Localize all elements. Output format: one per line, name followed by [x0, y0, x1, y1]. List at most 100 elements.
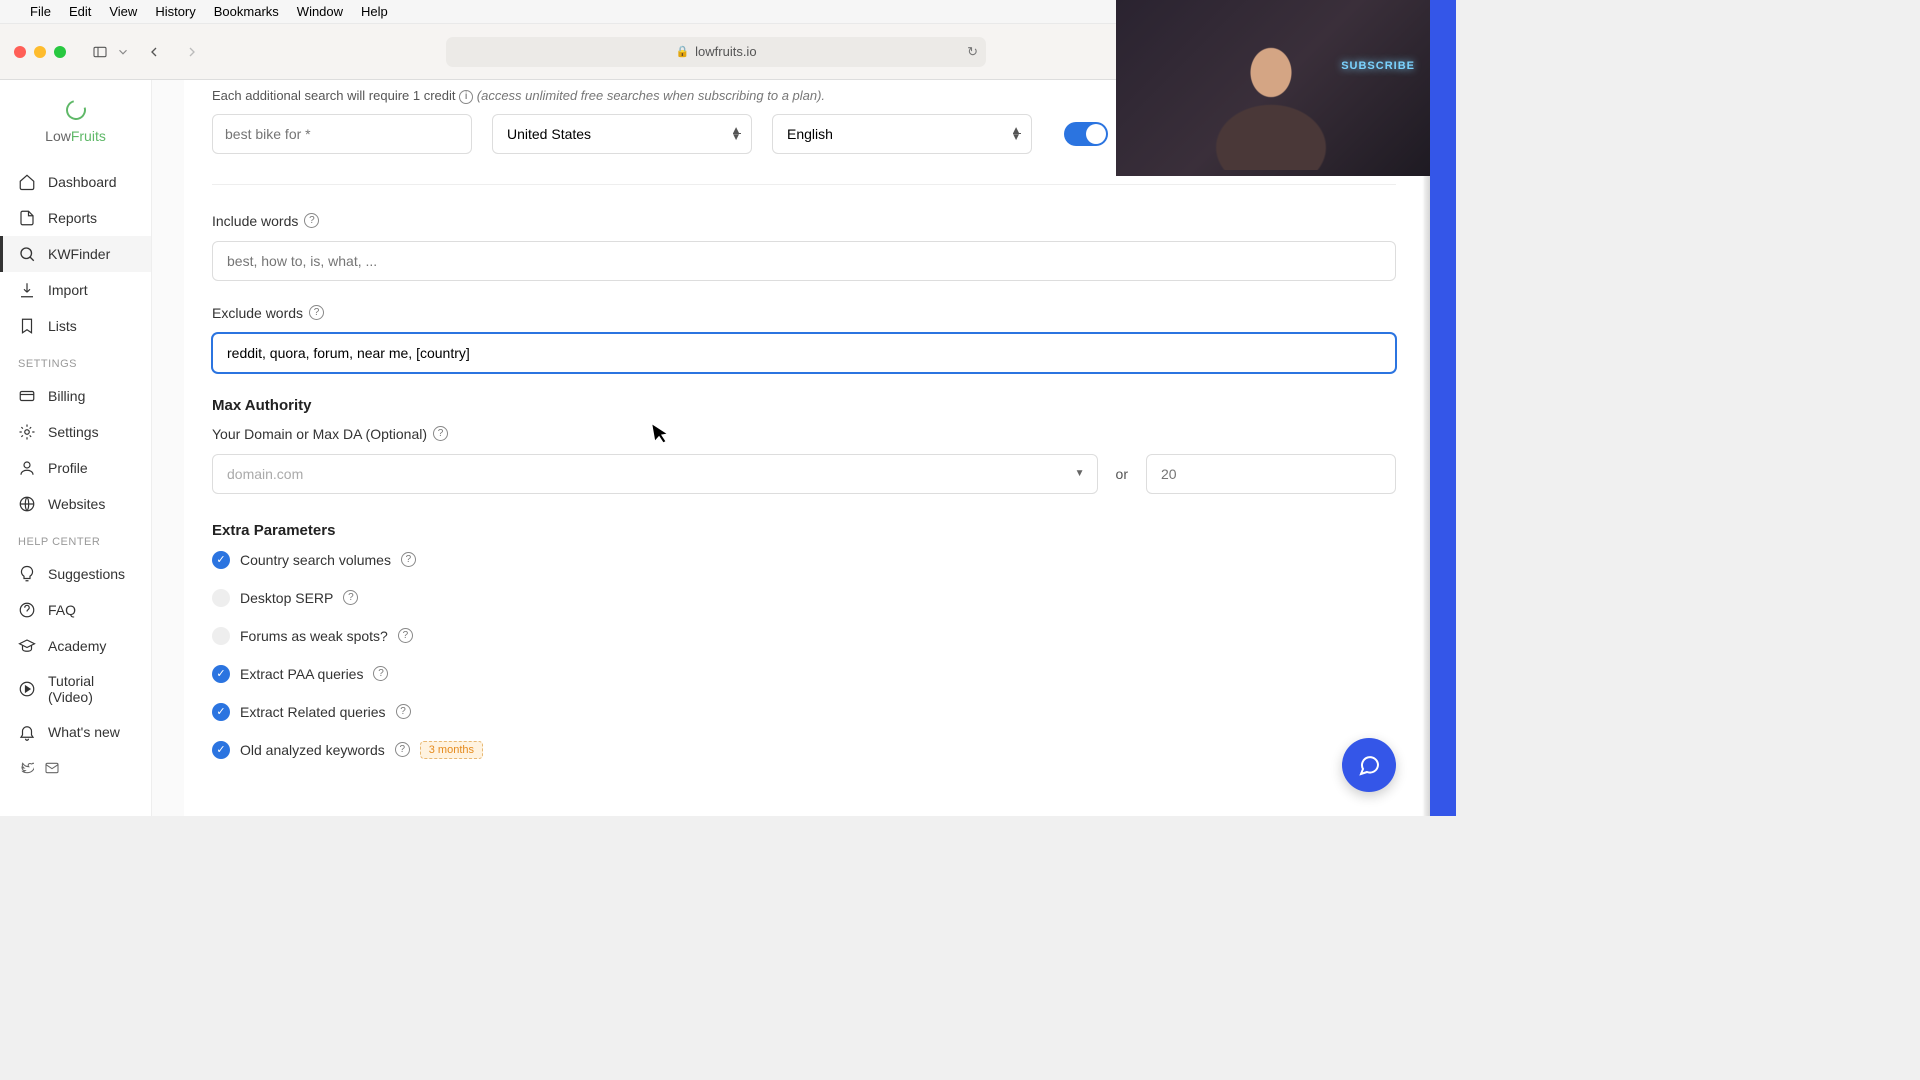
param-desktop-serp[interactable]: Desktop SERP?	[212, 589, 1396, 607]
sidebar-item-settings[interactable]: Settings	[0, 414, 151, 450]
help-icon[interactable]: ?	[433, 426, 448, 441]
checkbox-on-icon[interactable]: ✓	[212, 551, 230, 569]
language-value: English	[787, 126, 833, 142]
sidebar-label: What's new	[48, 724, 120, 740]
menubar-edit[interactable]: Edit	[69, 4, 91, 19]
help-icon[interactable]: ?	[309, 305, 324, 320]
webcam-person	[1196, 20, 1346, 170]
param-old-analyzed[interactable]: ✓Old analyzed keywords?3 months	[212, 741, 1396, 759]
chat-button[interactable]	[1342, 738, 1396, 792]
brand-logo[interactable]: LowFruits	[0, 100, 151, 144]
info-icon[interactable]: i	[459, 90, 473, 104]
checkbox-off-icon[interactable]	[212, 589, 230, 607]
main-panel: Each additional search will require 1 cr…	[152, 80, 1456, 816]
sidebar-item-tutorial[interactable]: Tutorial (Video)	[0, 664, 151, 714]
maximize-button[interactable]	[54, 46, 66, 58]
sidebar-item-dashboard[interactable]: Dashboard	[0, 164, 151, 200]
country-select[interactable]: United States ▲▼	[492, 114, 752, 154]
param-label: Extract Related queries	[240, 704, 386, 720]
download-icon	[18, 281, 36, 299]
sidebar-toggle-icon[interactable]	[86, 38, 114, 66]
keyword-input[interactable]	[212, 114, 472, 154]
faq-icon	[18, 601, 36, 619]
sidebar-item-suggestions[interactable]: Suggestions	[0, 556, 151, 592]
mail-icon[interactable]	[44, 760, 60, 776]
toggle-switch[interactable]	[1064, 122, 1108, 146]
home-icon	[18, 173, 36, 191]
sidebar-item-faq[interactable]: FAQ	[0, 592, 151, 628]
param-label: Extract PAA queries	[240, 666, 363, 682]
param-extract-paa[interactable]: ✓ Extract PAA queries?	[212, 665, 1396, 683]
sidebar-section-settings: SETTINGS	[0, 344, 151, 378]
checkbox-on-icon[interactable]: ✓	[212, 665, 230, 683]
include-words-label: Include words?	[212, 213, 1396, 229]
sidebar-item-whatsnew[interactable]: What's new	[0, 714, 151, 750]
sidebar-label: FAQ	[48, 602, 76, 618]
help-icon[interactable]: ?	[401, 552, 416, 567]
logo-fruits: Fruits	[71, 128, 106, 144]
sidebar-item-reports[interactable]: Reports	[0, 200, 151, 236]
checkbox-on-icon[interactable]: ✓	[212, 741, 230, 759]
window-controls	[14, 46, 66, 58]
sidebar-label: Dashboard	[48, 174, 117, 190]
chevron-down-icon[interactable]	[116, 38, 130, 66]
domain-placeholder: domain.com	[227, 466, 303, 482]
menubar-history[interactable]: History	[155, 4, 195, 19]
sidebar-social	[0, 750, 151, 786]
language-select[interactable]: English ▲▼	[772, 114, 1032, 154]
param-label: Desktop SERP	[240, 590, 333, 606]
param-extract-related[interactable]: ✓ Extract Related queries?	[212, 703, 1396, 721]
credit-text-a: Each additional search will require 1 cr…	[212, 88, 456, 103]
sidebar-item-websites[interactable]: Websites	[0, 486, 151, 522]
sidebar-item-billing[interactable]: Billing	[0, 378, 151, 414]
credit-text-b: (access unlimited free searches when sub…	[477, 88, 825, 103]
sidebar-label: Lists	[48, 318, 77, 334]
menubar-help[interactable]: Help	[361, 4, 388, 19]
max-da-input[interactable]	[1146, 454, 1396, 494]
sidebar-section-help: HELP CENTER	[0, 522, 151, 556]
forward-button[interactable]	[178, 38, 206, 66]
url-bar[interactable]: 🔒 lowfruits.io ↻	[446, 37, 986, 67]
help-icon[interactable]: ?	[343, 590, 358, 605]
exclude-words-input[interactable]	[212, 333, 1396, 373]
sidebar-item-import[interactable]: Import	[0, 272, 151, 308]
help-icon[interactable]: ?	[395, 742, 410, 757]
sidebar-item-academy[interactable]: Academy	[0, 628, 151, 664]
minimize-button[interactable]	[34, 46, 46, 58]
caret-down-icon: ▼	[1075, 468, 1085, 479]
select-arrows-icon: ▲▼	[1011, 127, 1021, 141]
sidebar-item-lists[interactable]: Lists	[0, 308, 151, 344]
menubar-window[interactable]: Window	[297, 4, 343, 19]
select-arrows-icon: ▲▼	[731, 127, 741, 141]
include-words-input[interactable]	[212, 241, 1396, 281]
help-icon[interactable]: ?	[373, 666, 388, 681]
neon-sign: SUBSCRIBE	[1341, 60, 1415, 72]
reload-icon[interactable]: ↻	[967, 44, 978, 60]
logo-low: Low	[45, 128, 71, 144]
param-country-volumes[interactable]: ✓ Country search volumes?	[212, 551, 1396, 569]
checkbox-on-icon[interactable]: ✓	[212, 703, 230, 721]
app-sidebar: LowFruits Dashboard Reports KWFinder Imp…	[0, 80, 152, 816]
sidebar-item-profile[interactable]: Profile	[0, 450, 151, 486]
help-icon[interactable]: ?	[396, 704, 411, 719]
close-button[interactable]	[14, 46, 26, 58]
help-icon[interactable]: ?	[398, 628, 413, 643]
help-icon[interactable]: ?	[304, 213, 319, 228]
sidebar-item-kwfinder[interactable]: KWFinder	[0, 236, 151, 272]
menubar-bookmarks[interactable]: Bookmarks	[214, 4, 279, 19]
menubar-file[interactable]: File	[30, 4, 51, 19]
menubar-view[interactable]: View	[109, 4, 137, 19]
sidebar-label: KWFinder	[48, 246, 110, 262]
country-value: United States	[507, 126, 591, 142]
domain-select[interactable]: domain.com ▼	[212, 454, 1098, 494]
sidebar-label: Websites	[48, 496, 105, 512]
param-forums-weak[interactable]: Forums as weak spots??	[212, 627, 1396, 645]
checkbox-off-icon[interactable]	[212, 627, 230, 645]
bulb-icon	[18, 565, 36, 583]
twitter-icon[interactable]	[18, 760, 34, 776]
param-label: Country search volumes	[240, 552, 391, 568]
domain-label: Your Domain or Max DA (Optional)?	[212, 426, 1396, 442]
sidebar-label: Import	[48, 282, 88, 298]
back-button[interactable]	[140, 38, 168, 66]
divider	[212, 184, 1396, 185]
